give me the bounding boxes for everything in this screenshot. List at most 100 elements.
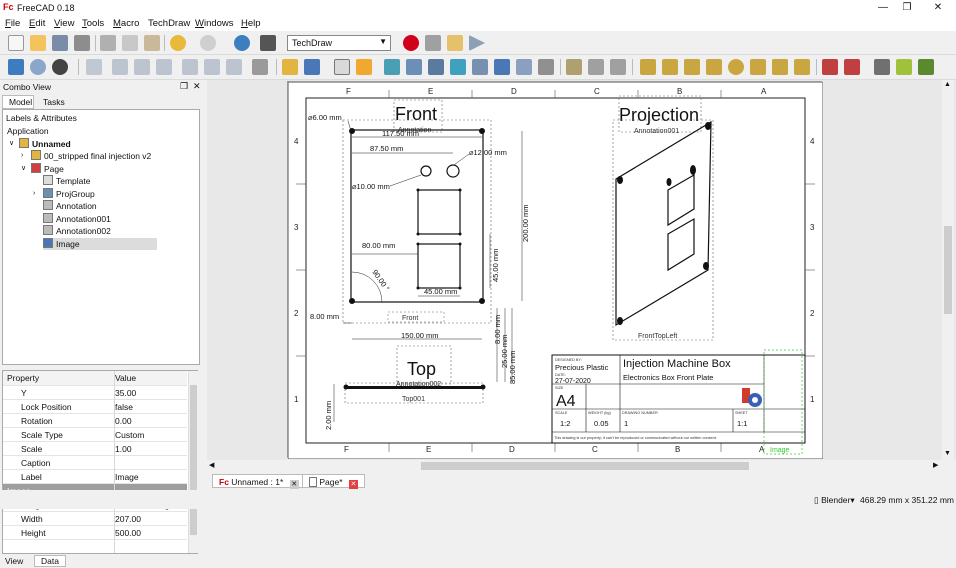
close-panel-icon[interactable]: ✕ — [193, 81, 201, 92]
export-dxf-icon[interactable] — [844, 59, 860, 75]
float-icon[interactable]: ❐ — [180, 81, 188, 92]
close-tab-icon[interactable]: ✕ — [348, 480, 358, 489]
property-value[interactable]: 35.00 — [115, 388, 187, 398]
property-row[interactable]: Height 500.00 — [3, 526, 187, 540]
tree-item[interactable]: › ProjGroup — [33, 187, 95, 200]
menu-techdraw[interactable]: TechDraw — [148, 18, 190, 29]
geom-hatch-icon[interactable] — [896, 59, 912, 75]
scroll-right-icon[interactable]: ▶ — [933, 461, 938, 469]
menu-tools[interactable]: Tools — [82, 18, 104, 29]
open-template-icon[interactable] — [356, 59, 372, 75]
view-front-icon[interactable] — [112, 59, 128, 75]
property-row[interactable]: Lock Position false — [3, 400, 187, 414]
vertical-scroll-thumb[interactable] — [944, 226, 952, 314]
property-value[interactable]: 500.00 — [115, 528, 187, 538]
tab-tasks[interactable]: Tasks — [36, 95, 72, 109]
property-row[interactable]: Width 207.00 — [3, 512, 187, 526]
vertical-dimension-icon[interactable] — [684, 59, 700, 75]
group-folder-icon[interactable] — [304, 59, 320, 75]
whats-this-icon[interactable] — [260, 35, 276, 51]
view-rear-icon[interactable] — [182, 59, 198, 75]
menu-help[interactable]: Help — [241, 18, 261, 29]
view-left-icon[interactable] — [226, 59, 242, 75]
property-value[interactable]: 207.00 — [115, 514, 187, 524]
tree-item[interactable]: › 00_stripped final injection v2 — [21, 150, 151, 162]
insert-view-icon[interactable] — [384, 59, 400, 75]
projection-group-icon[interactable] — [428, 59, 444, 75]
cut-icon[interactable] — [100, 35, 116, 51]
close-tab-icon[interactable]: ✕ — [289, 480, 299, 489]
menu-file[interactable]: File — [5, 18, 20, 29]
tree-item[interactable]: Annotation002 — [43, 225, 111, 237]
view-isometric-icon[interactable] — [86, 59, 102, 75]
property-value[interactable]: Custom — [115, 430, 187, 440]
tree-item[interactable]: Application — [7, 125, 49, 137]
menu-edit[interactable]: Edit — [29, 18, 45, 29]
property-value[interactable]: 1.00 — [115, 444, 187, 454]
save-icon[interactable] — [52, 35, 68, 51]
drawing-viewport[interactable]: F E D C B A F E D C B A 4 3 2 1 4 3 2 1 — [207, 80, 956, 460]
hatch-icon[interactable] — [874, 59, 890, 75]
active-view-icon[interactable] — [406, 59, 422, 75]
vertical-scrollbar[interactable]: ▲ ▼ — [942, 80, 954, 460]
chevron-down-icon[interactable]: ∨ — [9, 138, 14, 150]
property-row[interactable]: Rotation 0.00 — [3, 414, 187, 428]
scroll-up-icon[interactable]: ▲ — [944, 81, 951, 88]
tree-item[interactable]: Template — [43, 175, 91, 187]
open-folder-icon[interactable] — [30, 35, 46, 51]
paste-icon[interactable] — [144, 35, 160, 51]
chevron-right-icon[interactable]: › — [33, 188, 35, 200]
angle-dimension-icon[interactable] — [750, 59, 766, 75]
tab-data[interactable]: Data — [34, 555, 66, 567]
macro-record-icon[interactable] — [403, 35, 419, 51]
view-top-icon[interactable] — [134, 59, 150, 75]
macro-edit-icon[interactable] — [447, 35, 463, 51]
detail-view-icon[interactable] — [472, 59, 488, 75]
maximize-icon[interactable]: ❐ — [895, 1, 919, 15]
new-document-icon[interactable] — [8, 35, 24, 51]
property-value[interactable]: 0.00 — [115, 416, 187, 426]
link-dimension-icon[interactable] — [794, 59, 810, 75]
macro-stop-icon[interactable] — [425, 35, 441, 51]
measure-distance-icon[interactable] — [252, 59, 268, 75]
tab-view[interactable]: View — [5, 556, 23, 566]
tab-page[interactable]: Page* ✕ — [302, 474, 365, 489]
view-right-icon[interactable] — [156, 59, 172, 75]
horizontal-dimension-icon[interactable] — [662, 59, 678, 75]
spreadsheet-view-icon[interactable] — [538, 59, 554, 75]
fit-all-icon[interactable] — [8, 59, 24, 75]
clip-remove-icon[interactable] — [610, 59, 626, 75]
property-value[interactable]: Image — [115, 472, 187, 482]
arch-view-icon[interactable] — [516, 59, 532, 75]
navigation-style[interactable]: ▯ Blender▾ — [814, 495, 855, 506]
property-row[interactable]: Label Image — [3, 470, 187, 484]
clip-add-icon[interactable] — [588, 59, 604, 75]
property-value[interactable]: false — [115, 402, 187, 412]
scroll-down-icon[interactable]: ▼ — [944, 450, 951, 457]
draft-view-icon[interactable] — [494, 59, 510, 75]
fit-selection-icon[interactable] — [30, 59, 46, 75]
radius-dimension-icon[interactable] — [706, 59, 722, 75]
property-row[interactable]: Caption — [3, 456, 187, 470]
chevron-right-icon[interactable]: › — [21, 150, 23, 162]
property-row[interactable]: Y 35.00 — [3, 386, 187, 400]
print-icon[interactable] — [74, 35, 90, 51]
tree-item[interactable]: ∨ Unnamed — [9, 137, 71, 150]
tree-item[interactable]: Annotation001 — [43, 212, 111, 225]
export-svg-icon[interactable] — [822, 59, 838, 75]
view-bottom-icon[interactable] — [204, 59, 220, 75]
length-dimension-icon[interactable] — [640, 59, 656, 75]
menu-view[interactable]: View — [54, 18, 74, 29]
refresh-icon[interactable] — [234, 35, 250, 51]
tree-item[interactable]: Image — [43, 237, 157, 250]
three-point-angle-icon[interactable] — [772, 59, 788, 75]
part-icon[interactable] — [282, 59, 298, 75]
redo-icon[interactable] — [200, 35, 216, 51]
tree-item[interactable]: ∨ Page — [21, 162, 64, 175]
diameter-dimension-icon[interactable] — [728, 59, 744, 75]
chevron-down-icon[interactable]: ∨ — [21, 163, 26, 175]
undo-icon[interactable] — [170, 35, 186, 51]
horizontal-scroll-thumb[interactable] — [421, 462, 749, 470]
menu-macro[interactable]: Macro — [113, 18, 139, 29]
property-row[interactable]: Scale Type Custom — [3, 428, 187, 442]
